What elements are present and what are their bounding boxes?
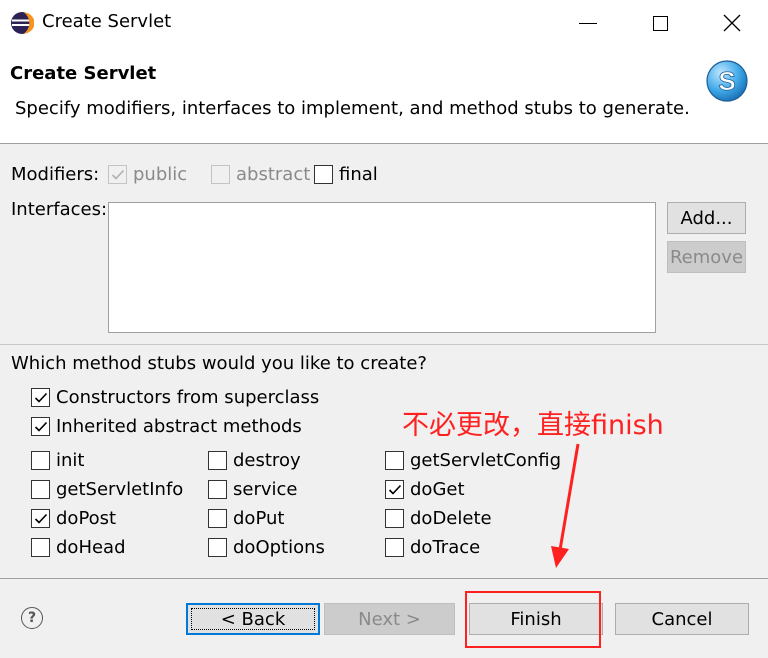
page-title: Create Servlet <box>10 63 157 84</box>
interfaces-label: Interfaces: <box>11 199 108 220</box>
next-button[interactable]: Next > <box>324 603 455 635</box>
check-icon <box>388 484 402 495</box>
page-description: Specify modifiers, interfaces to impleme… <box>15 98 690 119</box>
help-icon[interactable]: ? <box>21 607 43 629</box>
dooptions-checkbox[interactable] <box>208 538 227 557</box>
constructors-label: Constructors from superclass <box>56 387 320 408</box>
check-icon <box>34 421 48 432</box>
check-icon <box>111 169 125 180</box>
dohead-checkbox[interactable] <box>31 538 50 557</box>
window-title: Create Servlet <box>42 11 172 32</box>
dohead-label: doHead <box>56 537 126 558</box>
close-icon <box>723 14 741 32</box>
getservletconfig-checkbox[interactable] <box>385 451 404 470</box>
destroy-label: destroy <box>233 450 301 471</box>
dodelete-label: doDelete <box>410 508 492 529</box>
annotation-text: 不必更改，直接finish <box>402 410 664 441</box>
eclipse-icon <box>11 12 34 34</box>
public-label: public <box>133 164 188 185</box>
interfaces-list[interactable] <box>108 202 656 333</box>
wizard-header: Create Servlet Specify modifiers, interf… <box>0 46 768 144</box>
doget-checkbox[interactable] <box>385 480 404 499</box>
check-icon <box>34 392 48 403</box>
doput-checkbox[interactable] <box>208 509 227 528</box>
add-interface-button[interactable]: Add... <box>667 202 746 234</box>
destroy-checkbox[interactable] <box>208 451 227 470</box>
dotrace-checkbox[interactable] <box>385 538 404 557</box>
getservletconfig-label: getServletConfig <box>410 450 561 471</box>
getservletinfo-label: getServletInfo <box>56 479 184 500</box>
constructors-checkbox[interactable] <box>31 388 50 407</box>
doput-label: doPut <box>233 508 285 529</box>
minimize-button[interactable] <box>552 0 624 46</box>
final-checkbox[interactable] <box>314 165 333 184</box>
abstract-label: abstract <box>236 164 311 185</box>
maximize-button[interactable] <box>624 0 696 46</box>
check-icon <box>34 513 48 524</box>
cancel-button[interactable]: Cancel <box>615 603 749 635</box>
dotrace-label: doTrace <box>410 537 481 558</box>
back-button[interactable]: < Back <box>186 603 320 635</box>
service-label: service <box>233 479 298 500</box>
modifiers-label: Modifiers: <box>11 164 100 185</box>
doget-label: doGet <box>410 479 465 500</box>
maximize-icon <box>652 15 668 31</box>
init-label: init <box>56 450 85 471</box>
servlet-logo-icon: S <box>706 60 748 102</box>
public-checkbox[interactable] <box>108 165 127 184</box>
title-bar: Create Servlet <box>0 0 768 46</box>
close-button[interactable] <box>696 0 768 46</box>
init-checkbox[interactable] <box>31 451 50 470</box>
dopost-label: doPost <box>56 508 117 529</box>
inherited-label: Inherited abstract methods <box>56 416 302 437</box>
abstract-checkbox[interactable] <box>211 165 230 184</box>
stubs-question: Which method stubs would you like to cre… <box>11 353 427 374</box>
remove-interface-button[interactable]: Remove <box>667 241 746 273</box>
service-checkbox[interactable] <box>208 480 227 499</box>
svg-text:S: S <box>718 66 735 96</box>
dodelete-checkbox[interactable] <box>385 509 404 528</box>
final-label: final <box>339 164 378 185</box>
minimize-icon <box>579 22 597 24</box>
dooptions-label: doOptions <box>233 537 325 558</box>
inherited-checkbox[interactable] <box>31 417 50 436</box>
dopost-checkbox[interactable] <box>31 509 50 528</box>
separator <box>0 344 768 345</box>
getservletinfo-checkbox[interactable] <box>31 480 50 499</box>
footer-separator <box>0 578 768 579</box>
annotation-highlight-box <box>465 591 601 648</box>
